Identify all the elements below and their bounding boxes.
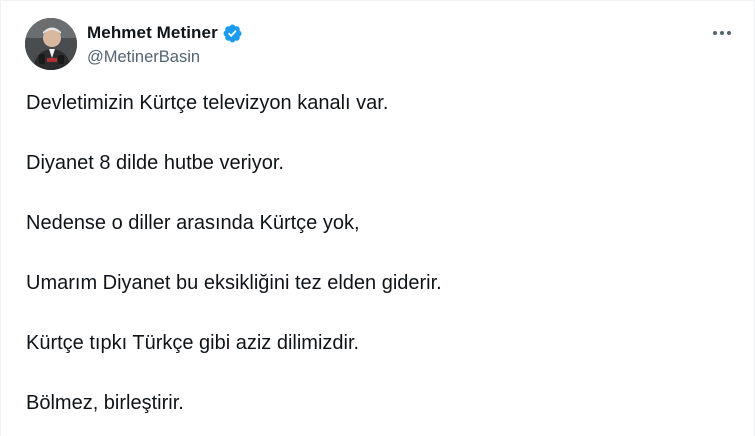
author-name-row: Mehmet Metiner <box>87 21 243 45</box>
tweet-line-6: Bölmez, birleştirir. <box>26 392 184 414</box>
avatar[interactable] <box>25 18 77 70</box>
more-horizontal-icon <box>713 31 731 35</box>
tweet-line-1: Devletimizin Kürtçe televizyon kanalı va… <box>26 92 389 114</box>
tweet-line-3: Nedense o diller arasında Kürtçe yok, <box>26 212 360 234</box>
verified-badge-icon <box>222 23 243 44</box>
tweet-line-4: Umarım Diyanet bu eksikliğini tez elden … <box>26 272 442 294</box>
avatar-image <box>25 18 77 70</box>
author-handle[interactable]: @MetinerBasin <box>87 46 200 68</box>
author-display-name[interactable]: Mehmet Metiner <box>87 21 218 45</box>
tweet-card: Mehmet Metiner @MetinerBasin Devletimizi… <box>0 0 755 436</box>
tweet-line-2: Diyanet 8 dilde hutbe veriyor. <box>26 152 284 174</box>
tweet-text: Devletimizin Kürtçe televizyon kanalı va… <box>26 89 734 436</box>
more-options-button[interactable] <box>708 21 736 45</box>
tweet-line-5: Kürtçe tıpkı Türkçe gibi aziz dilimizdir… <box>26 332 360 354</box>
